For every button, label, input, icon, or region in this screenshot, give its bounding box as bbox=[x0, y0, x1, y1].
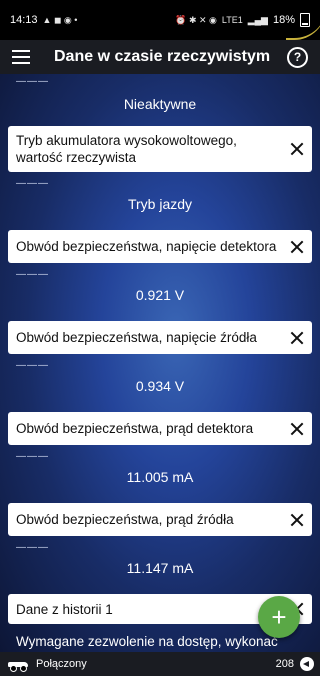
signal-icon: ▂▄▆ bbox=[247, 14, 268, 25]
value-dash: ——— bbox=[16, 76, 49, 87]
parameter-card-3[interactable]: Obwód bezpieczeństwa, napięcie źródła bbox=[8, 321, 312, 354]
parameter-card-5[interactable]: Obwód bezpieczeństwa, prąd źródła bbox=[8, 503, 312, 536]
value-area-1: ——— Tryb jazdy bbox=[0, 172, 320, 230]
data-list[interactable]: ——— Nieaktywne Tryb akumulatora wysokowo… bbox=[0, 74, 320, 652]
help-icon[interactable]: ? bbox=[287, 46, 308, 68]
close-icon[interactable] bbox=[290, 422, 304, 436]
value-text: 0.934 V bbox=[135, 378, 185, 394]
page-title: Dane w czasie rzeczywistym bbox=[54, 48, 271, 65]
parameter-card-4[interactable]: Obwód bezpieczeństwa, prąd detektora bbox=[8, 412, 312, 445]
parameter-card-2[interactable]: Obwód bezpieczeństwa, napięcie detektora bbox=[8, 230, 312, 263]
value-text: 11.147 mA bbox=[126, 560, 194, 576]
system-icons: ⏰ ✱ ✕ ◉ bbox=[175, 14, 217, 25]
value-area-top: ——— Nieaktywne bbox=[0, 74, 320, 126]
car-icon bbox=[8, 659, 28, 672]
value-dash: ——— bbox=[16, 360, 49, 371]
back-icon[interactable] bbox=[300, 657, 314, 671]
value-area-5: ——— 11.147 mA bbox=[0, 536, 320, 594]
add-button[interactable]: + bbox=[258, 596, 300, 638]
value-dash: ——— bbox=[16, 542, 49, 553]
parameter-label: Tryb akumulatora wysokowoltowego, wartoś… bbox=[16, 133, 237, 165]
value-dash: ——— bbox=[16, 269, 49, 280]
close-icon[interactable] bbox=[290, 240, 304, 254]
value-text: 0.921 V bbox=[135, 287, 185, 303]
message-count: 208 bbox=[275, 658, 294, 670]
value-area-3: ——— 0.934 V bbox=[0, 354, 320, 412]
value-text: 11.005 mA bbox=[126, 469, 194, 485]
status-left: 14:13 ▲ ◼ ◉ • bbox=[10, 14, 77, 26]
value-dash: ——— bbox=[16, 178, 49, 189]
value-text: Tryb jazdy bbox=[127, 196, 193, 212]
menu-icon[interactable] bbox=[12, 50, 30, 64]
close-icon[interactable] bbox=[290, 513, 304, 527]
value-area-2: ——— 0.921 V bbox=[0, 263, 320, 321]
notification-icons: ▲ ◼ ◉ • bbox=[42, 14, 78, 25]
value-dash: ——— bbox=[16, 451, 49, 462]
network-label: LTE1 bbox=[221, 15, 243, 25]
connection-status: Połączony bbox=[36, 658, 87, 670]
status-bar: 14:13 ▲ ◼ ◉ • ⏰ ✱ ✕ ◉ LTE1 ▂▄▆ 18% bbox=[0, 0, 320, 40]
value-area-4: ——— 11.005 mA bbox=[0, 445, 320, 503]
value-text: Nieaktywne bbox=[123, 96, 197, 112]
footer-bar: Połączony 208 bbox=[0, 652, 320, 676]
status-time: 14:13 bbox=[10, 14, 38, 26]
close-icon[interactable] bbox=[290, 142, 304, 156]
parameter-label: Obwód bezpieczeństwa, prąd źródła bbox=[16, 512, 234, 527]
parameter-label: Obwód bezpieczeństwa, napięcie detektora bbox=[16, 239, 277, 254]
plus-icon: + bbox=[271, 602, 287, 632]
parameter-label: Obwód bezpieczeństwa, napięcie źródła bbox=[16, 330, 257, 345]
close-icon[interactable] bbox=[290, 331, 304, 345]
parameter-label: Obwód bezpieczeństwa, prąd detektora bbox=[16, 421, 254, 436]
app-bar: Dane w czasie rzeczywistym ? bbox=[0, 40, 320, 74]
history-label: Dane z historii 1 bbox=[16, 601, 113, 617]
parameter-card-1[interactable]: Tryb akumulatora wysokowoltowego, wartoś… bbox=[8, 126, 312, 172]
